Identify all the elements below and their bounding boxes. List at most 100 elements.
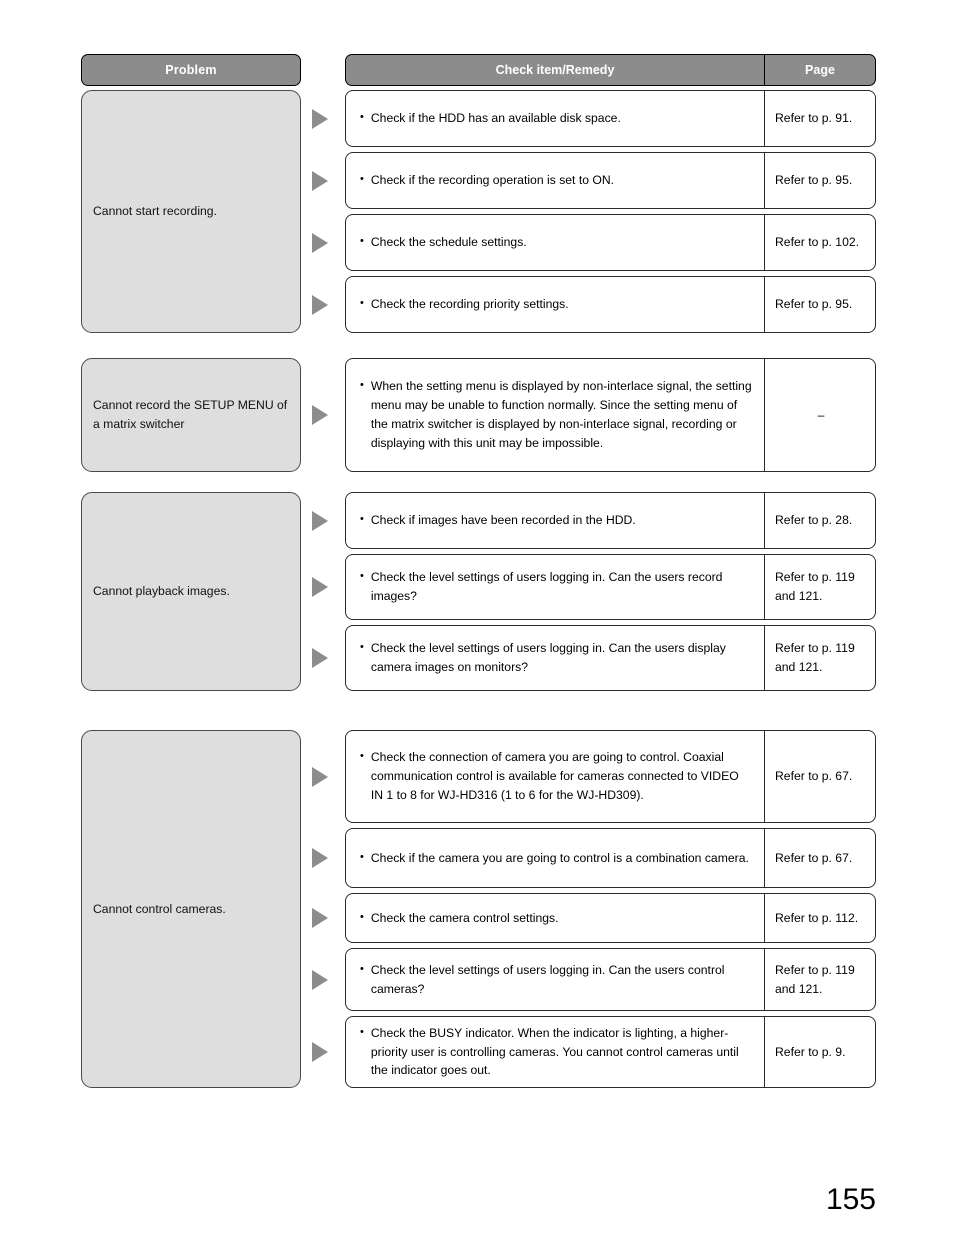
table-row: • Check the level settings of users loggi… bbox=[345, 625, 876, 691]
page-reference-cell: Refer to p. 95. bbox=[765, 277, 875, 332]
problem-section: Cannot record the SETUP MENU of a matrix… bbox=[81, 358, 876, 472]
bullet-icon: • bbox=[360, 750, 364, 763]
check-item-text: Check the connection of camera you are g… bbox=[370, 750, 739, 802]
problem-section: Cannot control cameras. • Check the connec… bbox=[81, 730, 876, 1088]
page-reference-text: Refer to p. 95. bbox=[775, 173, 853, 188]
check-item-cell: • Check if the HDD has an available disk … bbox=[346, 91, 765, 146]
check-item-cell: • When the setting menu is displayed by n… bbox=[346, 359, 765, 471]
page-reference-cell: Refer to p. 9. bbox=[765, 1017, 875, 1087]
triangle-right-icon bbox=[309, 846, 331, 870]
problem-label: Cannot control cameras. bbox=[93, 901, 226, 916]
problem-box: Cannot playback images. bbox=[81, 492, 301, 691]
page-reference-cell: Refer to p. 28. bbox=[765, 493, 875, 548]
check-item-text: Check the BUSY indicator. When the indic… bbox=[370, 1025, 739, 1078]
header-problem: Problem bbox=[81, 54, 301, 86]
table-row: • Check if the recording operation is set… bbox=[345, 152, 876, 209]
page-reference-cell: Refer to p. 91. bbox=[765, 91, 875, 146]
triangle-right-icon bbox=[309, 169, 331, 193]
bullet-icon: • bbox=[360, 297, 364, 310]
table-row: • Check the BUSY indicator. When the indi… bbox=[345, 1016, 876, 1088]
triangle-right-icon bbox=[309, 646, 331, 670]
page-reference-text: Refer to p. 119 and 121. bbox=[775, 962, 855, 996]
remedy-rows: • Check if the HDD has an available disk … bbox=[345, 90, 876, 333]
table-row: • Check the recording priority settings. R… bbox=[345, 276, 876, 333]
problem-section: Cannot start recording. • Check if the HDD… bbox=[81, 90, 876, 333]
check-item-text: Check the recording priority settings. bbox=[370, 297, 569, 312]
bullet-icon: • bbox=[360, 641, 364, 654]
table-row: • Check the camera control settings. Refer… bbox=[345, 893, 876, 943]
check-item-text: Check if the camera you are going to con… bbox=[370, 850, 749, 865]
page-reference-text: Refer to p. 119 and 121. bbox=[775, 570, 855, 603]
check-item-cell: • Check the schedule settings. bbox=[346, 215, 765, 270]
check-item-cell: • Check the connection of camera you are … bbox=[346, 731, 765, 822]
table-row: • Check if the camera you are going to co… bbox=[345, 828, 876, 888]
problem-label: Cannot start recording. bbox=[93, 204, 217, 219]
bullet-icon: • bbox=[360, 910, 364, 923]
check-item-cell: • Check the recording priority settings. bbox=[346, 277, 765, 332]
triangle-right-icon bbox=[309, 403, 331, 427]
page-reference-cell: Refer to p. 67. bbox=[765, 829, 875, 887]
page-reference-text: – bbox=[817, 407, 825, 422]
table-row: • Check if the HDD has an available disk … bbox=[345, 90, 876, 147]
table-row: • When the setting menu is displayed by n… bbox=[345, 358, 876, 472]
bullet-icon: • bbox=[360, 111, 364, 124]
page-reference-text: Refer to p. 9. bbox=[775, 1044, 846, 1059]
triangle-right-icon bbox=[309, 575, 331, 599]
table-row: • Check the level settings of users loggi… bbox=[345, 554, 876, 620]
page-reference-cell: Refer to p. 119 and 121. bbox=[765, 555, 875, 619]
page-reference-text: Refer to p. 119 and 121. bbox=[775, 641, 855, 674]
problem-section: Cannot playback images. • Check if images … bbox=[81, 492, 876, 691]
triangle-right-icon bbox=[309, 293, 331, 317]
check-item-cell: • Check if the recording operation is set… bbox=[346, 153, 765, 208]
check-item-text: Check the level settings of users loggin… bbox=[370, 641, 726, 674]
check-item-cell: • Check the BUSY indicator. When the indi… bbox=[346, 1017, 765, 1087]
check-item-cell: • Check the level settings of users loggi… bbox=[346, 555, 765, 619]
page-reference-cell: Refer to p. 67. bbox=[765, 731, 875, 822]
check-item-cell: • Check if the camera you are going to co… bbox=[346, 829, 765, 887]
check-item-text: Check if the HDD has an available disk s… bbox=[370, 111, 621, 126]
check-item-cell: • Check the level settings of users loggi… bbox=[346, 949, 765, 1010]
bullet-icon: • bbox=[360, 513, 364, 526]
bullet-icon: • bbox=[360, 1025, 364, 1038]
page-number: 155 bbox=[825, 1183, 876, 1216]
table-row: • Check the connection of camera you are … bbox=[345, 730, 876, 823]
bullet-icon: • bbox=[360, 235, 364, 248]
remedy-rows: • When the setting menu is displayed by n… bbox=[345, 358, 876, 472]
bullet-icon: • bbox=[360, 850, 364, 863]
bullet-icon: • bbox=[360, 962, 364, 975]
bullet-icon: • bbox=[360, 379, 364, 392]
header-page-label: Page bbox=[805, 63, 835, 77]
problem-box: Cannot start recording. bbox=[81, 90, 301, 333]
problem-label: Cannot playback images. bbox=[93, 584, 230, 599]
problem-box: Cannot control cameras. bbox=[81, 730, 301, 1088]
triangle-right-icon bbox=[309, 765, 331, 789]
table-row: • Check the schedule settings. Refer to p.… bbox=[345, 214, 876, 271]
header-problem-label: Problem bbox=[165, 63, 217, 77]
header-check-item-remedy: Check item/Remedy bbox=[346, 55, 765, 85]
bullet-icon: • bbox=[360, 173, 364, 186]
page-reference-text: Refer to p. 67. bbox=[775, 769, 853, 784]
check-item-text: Check the level settings of users loggin… bbox=[370, 962, 725, 996]
remedy-rows: • Check the connection of camera you are … bbox=[345, 730, 876, 1088]
page-reference-cell: Refer to p. 112. bbox=[765, 894, 875, 942]
table-header: Problem Check item/Remedy Page bbox=[81, 54, 876, 86]
check-item-cell: • Check if images have been recorded in t… bbox=[346, 493, 765, 548]
page-reference-cell: Refer to p. 95. bbox=[765, 153, 875, 208]
problem-label: Cannot record the SETUP MENU of a matrix… bbox=[93, 398, 288, 431]
page-reference-text: Refer to p. 102. bbox=[775, 235, 860, 250]
triangle-right-icon bbox=[309, 968, 331, 992]
page-reference-text: Refer to p. 112. bbox=[775, 910, 859, 925]
check-item-text: Check the level settings of users loggin… bbox=[370, 570, 723, 603]
triangle-right-icon bbox=[309, 906, 331, 930]
remedy-rows: • Check if images have been recorded in t… bbox=[345, 492, 876, 691]
page-reference-cell: Refer to p. 119 and 121. bbox=[765, 949, 875, 1010]
check-item-text: When the setting menu is displayed by no… bbox=[370, 379, 752, 450]
troubleshooting-page: Problem Check item/Remedy Page Cannot st… bbox=[0, 0, 954, 1237]
check-item-cell: • Check the level settings of users loggi… bbox=[346, 626, 765, 690]
page-reference-cell: Refer to p. 102. bbox=[765, 215, 875, 270]
header-check-item-remedy-label: Check item/Remedy bbox=[495, 63, 615, 77]
table-row: • Check the level settings of users loggi… bbox=[345, 948, 876, 1011]
check-item-text: Check if images have been recorded in th… bbox=[370, 513, 636, 528]
page-reference-text: Refer to p. 95. bbox=[775, 297, 853, 312]
triangle-right-icon bbox=[309, 1040, 331, 1064]
